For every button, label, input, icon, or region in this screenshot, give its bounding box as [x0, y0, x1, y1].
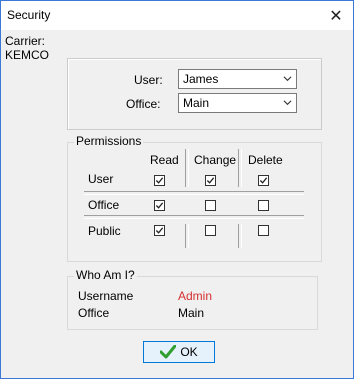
office-label: Office:	[126, 97, 161, 111]
separator	[185, 224, 189, 248]
whoami-office-value: Main	[178, 306, 205, 320]
ok-label: OK	[180, 345, 198, 359]
whoami-title: Who Am I?	[74, 268, 137, 282]
user-office-panel: User: James Office: Main	[67, 58, 322, 130]
row-label-office: Office	[88, 198, 120, 212]
user-select-value: James	[183, 72, 219, 86]
checkbox-public-change[interactable]	[205, 225, 216, 236]
row-label-user: User	[88, 172, 114, 186]
column-read: Read	[150, 153, 179, 167]
checkbox-office-read[interactable]	[154, 200, 165, 211]
user-label: User:	[134, 73, 163, 87]
carrier-value: KEMCO	[5, 48, 50, 62]
whoami-office-label: Office	[78, 306, 110, 320]
checkbox-user-delete[interactable]	[258, 175, 269, 186]
user-select[interactable]: James	[178, 69, 297, 89]
column-change: Change	[194, 153, 237, 167]
checkmark-icon	[160, 345, 177, 359]
permissions-group: Permissions Read Change Delete User Offi…	[67, 134, 322, 262]
title-bar: Security ✕	[1, 1, 353, 30]
separator	[238, 224, 242, 248]
username-value: Admin	[178, 289, 213, 303]
carrier-label: Carrier:	[5, 34, 46, 48]
checkbox-public-read[interactable]	[154, 225, 165, 236]
office-select-value: Main	[183, 96, 210, 110]
check-mark	[155, 177, 164, 184]
window-title: Security	[7, 8, 51, 22]
column-delete: Delete	[248, 153, 283, 167]
chevron-down-icon	[283, 100, 292, 106]
whoami-group: Who Am I? Username Admin Office Main	[67, 268, 318, 330]
checkbox-user-change[interactable]	[205, 175, 216, 186]
checkbox-office-change[interactable]	[205, 200, 216, 211]
check-mark	[155, 227, 164, 234]
close-icon: ✕	[329, 7, 343, 25]
check-mark	[259, 177, 268, 184]
check-mark	[155, 202, 164, 209]
close-button[interactable]: ✕	[319, 1, 353, 30]
row-label-public: Public	[88, 224, 121, 238]
security-dialog: Security ✕ Carrier: KEMCO User: James Of…	[0, 0, 354, 379]
check-mark	[206, 177, 215, 184]
checkbox-user-read[interactable]	[154, 175, 165, 186]
separator	[185, 149, 189, 187]
separator	[84, 215, 304, 219]
username-label: Username	[78, 289, 134, 303]
checkbox-public-delete[interactable]	[258, 225, 269, 236]
permissions-title: Permissions	[74, 134, 144, 148]
separator	[238, 149, 242, 187]
checkbox-office-delete[interactable]	[258, 200, 269, 211]
office-select[interactable]: Main	[178, 93, 297, 113]
ok-button[interactable]: OK	[143, 341, 215, 363]
chevron-down-icon	[283, 76, 292, 82]
separator	[84, 191, 304, 195]
